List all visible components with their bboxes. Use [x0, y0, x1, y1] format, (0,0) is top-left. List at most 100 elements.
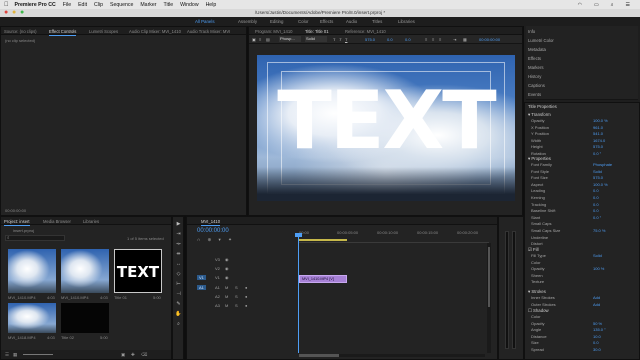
tab-effect-controls[interactable]: Effect Controls — [49, 29, 77, 36]
leading-value[interactable]: 0.0 — [405, 37, 411, 42]
track-a3[interactable]: A3 M S ● — [193, 303, 283, 311]
rolling-edit-tool-icon[interactable]: ⇹ — [175, 251, 182, 258]
title-thumb[interactable]: TEXT — [114, 249, 162, 293]
playhead[interactable] — [298, 235, 299, 353]
new-title-icon[interactable]: ▣ — [252, 37, 256, 42]
mic-icon[interactable]: ● — [245, 285, 247, 290]
hand-tool-icon[interactable]: ✋ — [175, 311, 182, 318]
property-row[interactable]: Baseline Shift 0.0 — [531, 208, 635, 214]
scroll-thumb[interactable] — [488, 247, 490, 307]
track-v1[interactable]: V1 V1 ◉ — [193, 275, 283, 283]
property-row[interactable]: Outer Strokes Add — [531, 302, 635, 308]
property-row[interactable]: Font Size 575.0 — [531, 175, 635, 181]
kerning-value[interactable]: 0.0 — [387, 37, 393, 42]
menu-edit[interactable]: Edit — [78, 2, 87, 8]
project-item-name[interactable]: MVI_1418.MP4 — [8, 335, 36, 340]
wifi-icon[interactable]: ◠ — [578, 2, 582, 8]
property-value[interactable]: 541.0 — [593, 131, 603, 136]
property-value[interactable]: 75.0 % — [593, 228, 605, 233]
templates-icon[interactable]: ▤ — [266, 37, 270, 42]
time-ruler[interactable]: 00:00 00:00:05:00 00:00:10:00 00:00:15:0… — [299, 227, 489, 243]
font-family-select[interactable]: Phosp... — [279, 36, 301, 42]
wrench-icon[interactable]: ✦ — [228, 237, 232, 242]
property-value[interactable]: 100.0 % — [593, 182, 608, 187]
property-value[interactable]: Add — [593, 302, 600, 307]
roll-crawl-icon[interactable]: ≡ — [259, 37, 261, 42]
solo-icon[interactable]: S — [235, 303, 238, 308]
property-row[interactable]: Opacity 50 % — [531, 321, 635, 327]
project-item-thumb[interactable] — [8, 303, 56, 333]
new-item-icon[interactable]: ✚ — [131, 352, 135, 358]
tab-lumetri-scopes[interactable]: Lumetri Scopes — [89, 29, 118, 34]
eye-icon[interactable]: ◉ — [225, 275, 229, 280]
mute-icon[interactable]: M — [225, 294, 228, 299]
property-row[interactable]: X Position 961.0 — [531, 125, 635, 131]
project-item-thumb[interactable] — [8, 249, 56, 293]
mic-icon[interactable]: ● — [245, 294, 247, 299]
project-item-name[interactable]: MVI_1410.MP4 — [61, 295, 89, 300]
zoom-window-icon[interactable]: ● — [20, 9, 24, 17]
property-row[interactable]: Distort — [531, 241, 635, 247]
ripple-edit-tool-icon[interactable]: ⟛ — [175, 241, 182, 248]
icon-view-icon[interactable]: ▦ — [13, 352, 17, 358]
property-value[interactable]: 961.0 — [593, 125, 603, 130]
property-row[interactable]: Font Family Phosphate — [531, 162, 635, 168]
timeline-timecode[interactable]: 00:00:00:00 — [197, 228, 229, 234]
property-row[interactable]: Spread 30.0 — [531, 347, 635, 353]
zoom-slider[interactable] — [23, 354, 53, 355]
property-row[interactable]: Sheen — [531, 273, 635, 279]
property-row[interactable]: Width 1674.0 — [531, 138, 635, 144]
property-row[interactable]: Font Style Solid — [531, 169, 635, 175]
workspace-effects[interactable]: Effects — [320, 19, 333, 24]
tab-reference[interactable]: Reference: MVI_1410 — [345, 29, 386, 34]
property-row[interactable]: Aspect 100.0 % — [531, 182, 635, 188]
apple-icon[interactable]:  — [4, 2, 9, 8]
property-row[interactable]: Small Caps Size 75.0 % — [531, 228, 635, 234]
font-size-value[interactable]: 575.0 — [365, 37, 375, 42]
linked-selection-icon[interactable]: ⊕ — [208, 237, 212, 242]
project-item-name[interactable]: MVI_1410.MP4 — [8, 295, 36, 300]
workspace-libraries[interactable]: Libraries — [398, 19, 415, 24]
bold-icon[interactable]: T — [333, 37, 335, 42]
list-view-icon[interactable]: ☰ — [5, 352, 9, 358]
property-value[interactable]: 0.0 — [593, 202, 599, 207]
source-patch-a1[interactable]: A1 — [197, 285, 206, 290]
project-item-name[interactable]: Title 02 — [61, 335, 74, 340]
track-v2[interactable]: V2 ◉ — [193, 266, 283, 274]
font-style-select[interactable]: Solid — [305, 36, 327, 42]
tab-project[interactable]: Project: insert — [4, 219, 30, 226]
property-value[interactable]: 0.0 — [593, 188, 599, 193]
panel-events[interactable]: Events — [526, 89, 638, 100]
property-row[interactable]: Leading 0.0 — [531, 188, 635, 194]
slip-tool-icon[interactable]: ⊢ — [175, 281, 182, 288]
title-canvas[interactable]: TEXT — [257, 55, 515, 201]
property-value[interactable]: 575.0 — [593, 144, 603, 149]
property-value[interactable]: Solid — [593, 253, 602, 258]
timeline-horizontal-scrollbar[interactable] — [299, 354, 485, 357]
property-row[interactable]: Distance 10.0 — [531, 334, 635, 340]
tab-sequence[interactable]: MVI_1410 — [201, 219, 221, 226]
property-value[interactable]: 100 % — [593, 266, 604, 271]
project-item-name[interactable]: Title 01 — [114, 295, 127, 300]
search-icon[interactable]: ⌕ — [611, 2, 614, 8]
source-patch-v1[interactable]: V1 — [197, 275, 206, 280]
workspace-titles[interactable]: Titles — [372, 19, 382, 24]
property-value[interactable]: 0.0 ° — [593, 151, 601, 156]
property-value[interactable]: 50 % — [593, 321, 602, 326]
mute-icon[interactable]: M — [225, 285, 228, 290]
property-value[interactable]: Phosphate — [593, 162, 612, 167]
tab-libraries[interactable]: Libraries — [83, 219, 99, 224]
tab-program[interactable]: Program: MVI_1410 — [255, 29, 292, 34]
minimize-window-icon[interactable]: ● — [12, 9, 16, 17]
eye-icon[interactable]: ◉ — [225, 266, 229, 271]
track-v3[interactable]: V3 ◉ — [193, 257, 283, 265]
property-row[interactable]: Opacity 100 % — [531, 266, 635, 272]
scroll-thumb[interactable] — [299, 354, 339, 357]
workspace-color[interactable]: Color — [298, 19, 309, 24]
rate-stretch-tool-icon[interactable]: ↔ — [175, 261, 182, 268]
eye-icon[interactable]: ◉ — [225, 257, 229, 262]
underline-icon[interactable]: T — [345, 37, 347, 42]
snap-icon[interactable]: ∩ — [197, 237, 200, 242]
menu-help[interactable]: Help — [206, 2, 217, 8]
align-center-icon[interactable]: ≡ — [432, 37, 434, 42]
